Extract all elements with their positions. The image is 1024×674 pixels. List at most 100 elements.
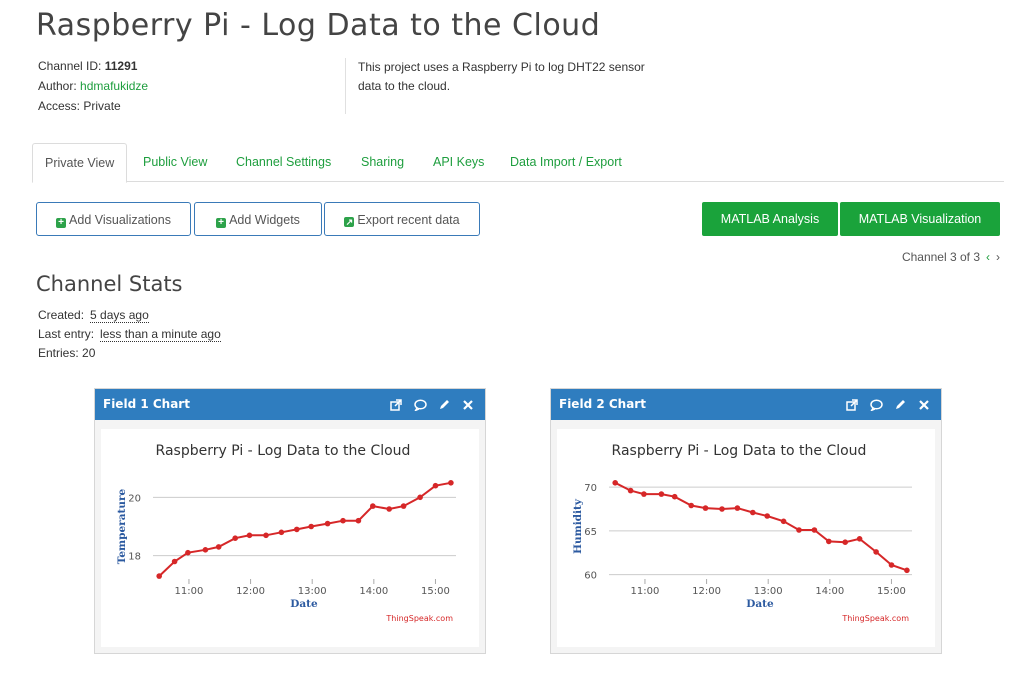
data-point — [171, 558, 178, 565]
channel-id-label: Channel ID: — [38, 59, 102, 73]
description-line-1: This project uses a Raspberry Pi to log … — [358, 60, 645, 74]
created-label: Created: — [38, 308, 85, 322]
panel-header: Field 2 Chart — [551, 389, 941, 420]
y-tick-label: 60 — [584, 571, 597, 582]
entries-label: Entries: — [38, 346, 79, 360]
field-2-chart-panel: Field 2 Chart Raspberry Pi - Log Data to… — [550, 388, 942, 654]
data-point — [764, 513, 770, 519]
comment-icon[interactable] — [413, 398, 427, 412]
edit-pencil-icon[interactable] — [437, 398, 451, 412]
data-point — [215, 544, 222, 550]
y-tick-label: 18 — [128, 552, 141, 563]
x-tick-label: 12:00 — [692, 586, 721, 597]
last-entry-label: Last entry: — [38, 327, 95, 341]
data-point — [671, 493, 678, 500]
channel-id-value: 11291 — [104, 59, 138, 73]
export-recent-data-label: Export recent data — [357, 213, 460, 227]
external-link-icon[interactable] — [389, 398, 403, 412]
entries-value: 20 — [82, 346, 96, 360]
close-icon[interactable] — [917, 398, 931, 412]
tab-channel-settings[interactable]: Channel Settings — [236, 143, 331, 181]
data-point — [826, 538, 832, 545]
x-tick-label: 13:00 — [754, 586, 783, 597]
data-point — [232, 535, 238, 541]
author-label: Author: — [38, 79, 77, 93]
data-point — [324, 520, 331, 527]
data-point — [904, 567, 910, 574]
add-visualizations-label: Add Visualizations — [69, 213, 171, 227]
data-point — [888, 562, 895, 568]
series-line — [614, 481, 908, 572]
tab-private-view[interactable]: Private View — [32, 143, 128, 183]
add-widgets-button[interactable]: + Add Widgets — [194, 202, 322, 236]
panel-actions — [845, 389, 931, 420]
data-point — [873, 549, 879, 555]
data-point — [842, 539, 848, 545]
panel-actions — [389, 389, 475, 420]
data-point — [156, 573, 162, 579]
data-point — [796, 527, 802, 533]
data-point — [780, 518, 787, 525]
panel-title: Field 1 Chart — [103, 397, 190, 411]
data-point — [386, 506, 393, 512]
created-row: Created: 5 days ago — [38, 306, 221, 325]
created-value: 5 days ago — [90, 308, 149, 323]
x-axis-label: Date — [746, 598, 774, 610]
plus-icon: + — [216, 218, 227, 228]
data-point — [734, 505, 741, 511]
pager-next-icon[interactable]: › — [996, 250, 1000, 264]
data-point — [417, 494, 423, 501]
field-2-chart: Raspberry Pi - Log Data to the Cloud 60 65… — [557, 429, 935, 647]
data-point — [308, 523, 314, 530]
pager-prev-icon[interactable]: ‹ — [986, 250, 990, 264]
x-axis-label: Date — [290, 598, 318, 610]
tab-public-view[interactable]: Public View — [143, 143, 207, 181]
x-tick-label: 15:00 — [877, 586, 906, 597]
access-label: Access: — [38, 99, 81, 113]
y-tick-label: 20 — [128, 493, 141, 504]
pager-text: Channel 3 of 3 — [901, 250, 980, 264]
field-1-chart: Raspberry Pi - Log Data to the Cloud 18 20… — [101, 429, 479, 647]
description-line-2: data to the cloud. — [358, 79, 451, 93]
data-point — [658, 491, 665, 497]
data-point — [432, 482, 439, 489]
y-tick-label: 70 — [584, 483, 597, 494]
data-point — [400, 503, 407, 509]
tab-api-keys[interactable]: API Keys — [433, 143, 484, 181]
access-value: Private — [83, 99, 121, 113]
data-point — [185, 549, 191, 556]
field-2-chart-svg: Raspberry Pi - Log Data to the Cloud 60 65… — [572, 443, 912, 623]
stats-heading: Channel Stats — [36, 272, 183, 296]
y-axis-label: Humidity — [572, 498, 584, 554]
matlab-visualization-button[interactable]: MATLAB Visualization — [840, 202, 1000, 236]
chart-credit: ThingSpeak.com — [841, 614, 909, 623]
x-tick-label: 13:00 — [298, 586, 327, 597]
channel-description: This project uses a Raspberry Pi to log … — [345, 58, 678, 114]
edit-pencil-icon[interactable] — [893, 398, 907, 412]
data-point — [448, 480, 454, 486]
add-visualizations-button[interactable]: + Add Visualizations — [36, 202, 191, 236]
data-point — [627, 487, 634, 494]
channel-tabs: Private View Public View Channel Setting… — [32, 143, 1004, 183]
channel-stats: Created: 5 days ago Last entry: less than … — [38, 306, 221, 363]
tab-data-import-export[interactable]: Data Import / Export — [510, 143, 622, 181]
channel-pager: Channel 3 of 3 ‹ › — [860, 250, 1000, 264]
data-point — [355, 517, 362, 524]
external-link-icon[interactable] — [845, 398, 859, 412]
data-point — [612, 480, 618, 486]
entries-row: Entries: 20 — [38, 344, 221, 363]
y-axis-label: Temperature — [116, 488, 128, 564]
data-point — [263, 532, 269, 539]
matlab-analysis-button[interactable]: MATLAB Analysis — [702, 202, 838, 236]
tab-sharing[interactable]: Sharing — [361, 143, 404, 181]
chart-credit: ThingSpeak.com — [385, 614, 453, 623]
data-point — [811, 527, 818, 533]
y-tick-label: 65 — [584, 527, 597, 538]
x-tick-label: 14:00 — [359, 586, 388, 597]
close-icon[interactable] — [461, 398, 475, 412]
data-point — [688, 502, 694, 509]
add-widgets-label: Add Widgets — [229, 213, 300, 227]
comment-icon[interactable] — [869, 398, 883, 412]
export-recent-data-button[interactable]: ↗ Export recent data — [324, 202, 480, 236]
author-link[interactable]: hdmafukidze — [80, 79, 148, 93]
